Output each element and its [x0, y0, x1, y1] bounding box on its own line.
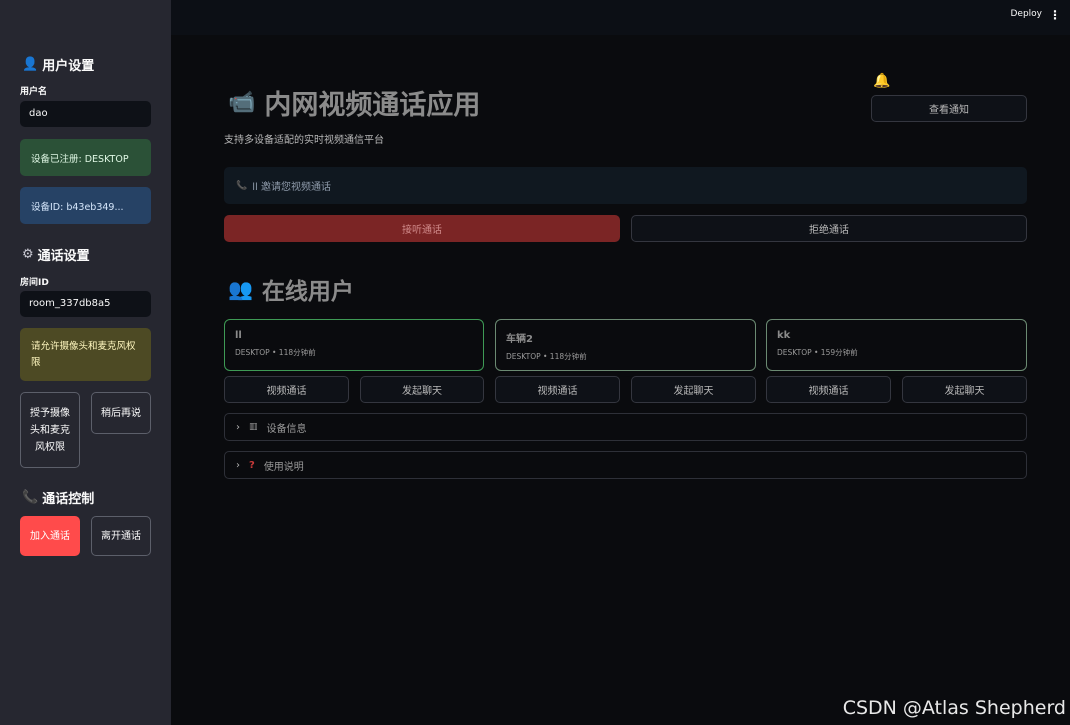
username-label: 用户名	[20, 87, 48, 97]
video-call-button[interactable]: 视频通话	[224, 376, 349, 403]
more-menu-icon[interactable]: ⋮	[1049, 8, 1061, 22]
user-meta: DESKTOP • 118分钟前	[506, 352, 587, 361]
device-id-alert: 设备ID: b43eb349...	[20, 187, 151, 224]
later-button[interactable]: 稍后再说	[91, 392, 151, 434]
grant-permission-button[interactable]: 授予摄像头和麦克风权限	[20, 392, 80, 468]
user-name: kk	[777, 330, 791, 341]
view-notifications-button[interactable]: 查看通知	[871, 95, 1027, 122]
start-chat-button[interactable]: 发起聊天	[902, 376, 1027, 403]
call-settings-heading: ⚙ 通话设置	[22, 247, 90, 264]
user-meta: DESKTOP • 159分钟前	[777, 348, 858, 357]
user-name: ll	[235, 330, 242, 341]
user-card: ll DESKTOP • 118分钟前	[224, 319, 484, 371]
deploy-button[interactable]: Deploy	[1010, 9, 1042, 19]
call-control-heading: 📞 通话控制	[22, 490, 95, 507]
question-icon: ?	[249, 459, 255, 471]
user-card: 车辆2 DESKTOP • 118分钟前	[495, 319, 756, 371]
gear-icon: ⚙	[22, 247, 34, 262]
chevron-right-icon: ›	[236, 459, 240, 471]
invite-notice: 📞 ll 邀请您视频通话	[224, 167, 1027, 204]
start-chat-button[interactable]: 发起聊天	[360, 376, 484, 403]
room-id-input[interactable]: room_337db8a5	[20, 291, 151, 317]
top-bar: Deploy ⋮	[171, 0, 1070, 35]
start-chat-button[interactable]: 发起聊天	[631, 376, 756, 403]
expander-usage[interactable]: › ? 使用说明	[224, 451, 1027, 479]
room-id-label: 房间ID	[20, 278, 49, 288]
page-title: 📹 内网视频通话应用	[228, 90, 481, 121]
video-camera-icon: 📹	[228, 90, 256, 115]
watermark: CSDN @Atlas Shepherd	[842, 697, 1066, 719]
device-registered-alert: 设备已注册: DESKTOP	[20, 139, 151, 176]
sidebar: 👤 用户设置 用户名 dao 设备已注册: DESKTOP 设备ID: b43e…	[0, 0, 171, 725]
phone-icon: 📞	[22, 490, 39, 505]
online-users-heading: 👥 在线用户	[228, 277, 354, 305]
join-call-button[interactable]: 加入通话	[20, 516, 80, 556]
user-meta: DESKTOP • 118分钟前	[235, 348, 316, 357]
page-subtitle: 支持多设备适配的实时视频通信平台	[224, 135, 384, 146]
chevron-right-icon: ›	[236, 421, 240, 433]
users-icon: 👥	[228, 277, 253, 301]
username-input[interactable]: dao	[20, 101, 151, 127]
user-icon: 👤	[22, 57, 39, 72]
phone-icon: 📞	[236, 180, 248, 191]
memo-icon: ▥	[249, 422, 258, 432]
permission-warning-alert: 请允许摄像头和麦克风权限	[20, 328, 151, 381]
user-settings-heading: 👤 用户设置	[22, 57, 95, 74]
video-call-button[interactable]: 视频通话	[766, 376, 891, 403]
leave-call-button[interactable]: 离开通话	[91, 516, 151, 556]
expander-device-info[interactable]: › ▥ 设备信息	[224, 413, 1027, 441]
main-content: 📹 内网视频通话应用 支持多设备适配的实时视频通信平台 🔔 查看通知 📞 ll …	[171, 35, 1070, 725]
user-card: kk DESKTOP • 159分钟前	[766, 319, 1027, 371]
accept-call-button[interactable]: 接听通话	[224, 215, 620, 242]
reject-call-button[interactable]: 拒绝通话	[631, 215, 1027, 242]
bell-icon: 🔔	[873, 73, 891, 89]
user-name: 车辆2	[506, 334, 533, 345]
video-call-button[interactable]: 视频通话	[495, 376, 620, 403]
